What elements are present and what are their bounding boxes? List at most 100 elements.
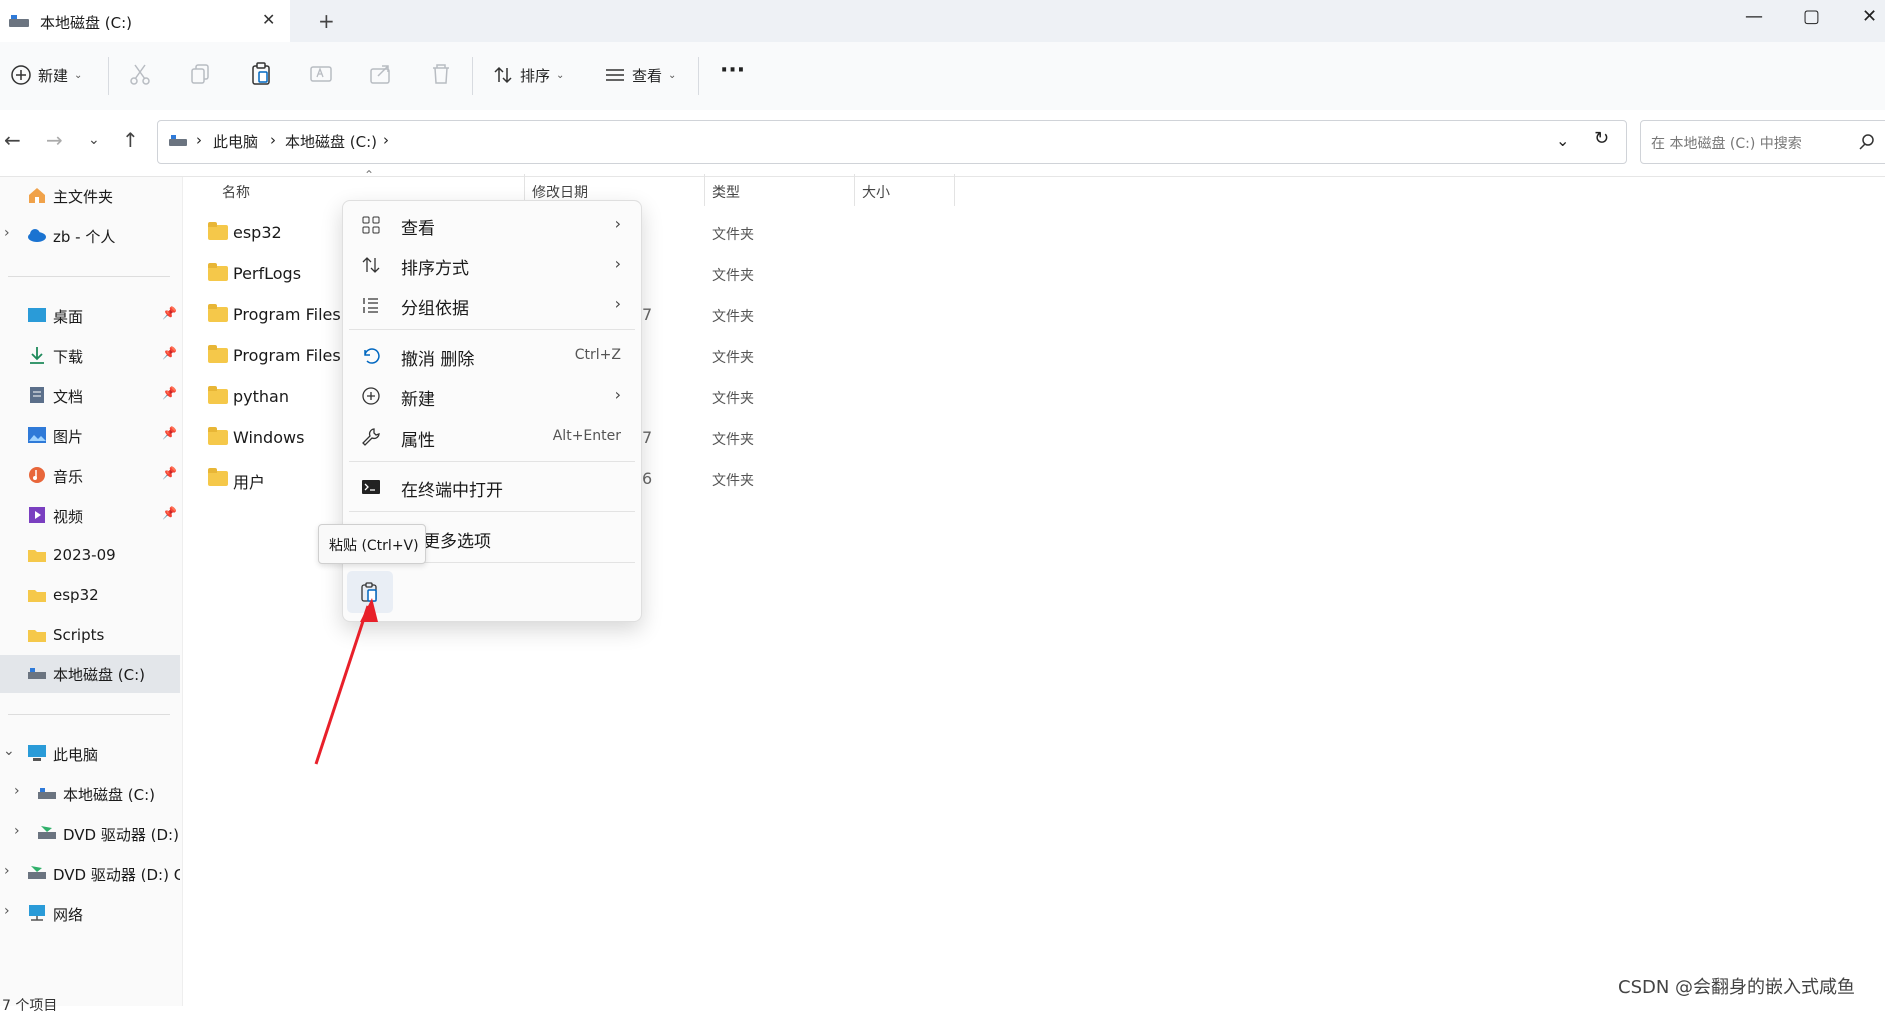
menu-item-view[interactable]: 查看 › [349, 206, 635, 244]
sidebar-item-dvd-drive-2[interactable]: › DVD 驱动器 (D:) CC [0, 855, 180, 893]
column-header-modified[interactable]: 修改日期 [532, 182, 588, 202]
sort-button[interactable]: 排序 ⌄ [492, 64, 564, 86]
sidebar-item-onedrive[interactable]: › zb - 个人 [0, 217, 180, 255]
sidebar-item-folder-scripts[interactable]: Scripts [0, 617, 180, 655]
search-input[interactable]: 在 本地磁盘 (C:) 中搜索 [1651, 133, 1802, 153]
tab-close-icon[interactable]: ✕ [262, 10, 275, 29]
folder-icon [28, 550, 46, 562]
breadcrumb-separator: › [383, 131, 389, 149]
pin-icon[interactable]: 📌 [162, 426, 177, 440]
sidebar-item-pictures[interactable]: 图片 📌 [0, 417, 180, 455]
search-box[interactable]: 在 本地磁盘 (C:) 中搜索 [1640, 120, 1885, 164]
back-arrow-icon[interactable]: ← [4, 128, 21, 152]
sidebar-item-desktop[interactable]: 桌面 📌 [0, 297, 180, 335]
share-icon[interactable] [368, 61, 394, 87]
sidebar-item-folder-2023-09[interactable]: 2023-09 [0, 537, 180, 575]
sidebar-item-videos[interactable]: 视频 📌 [0, 497, 180, 535]
address-history-chevron-icon[interactable]: ⌄ [1556, 131, 1569, 150]
sidebar-item-dvd-drive[interactable]: › DVD 驱动器 (D:) C [0, 815, 180, 853]
menu-item-sort[interactable]: 排序方式 › [349, 246, 635, 284]
pin-icon[interactable]: 📌 [162, 346, 177, 360]
chevron-down-icon: ⌄ [556, 69, 565, 81]
chevron-right-icon[interactable]: › [4, 863, 10, 879]
chevron-right-icon[interactable]: › [14, 823, 20, 839]
chevron-down-icon: ⌄ [668, 69, 677, 81]
home-icon [29, 188, 45, 203]
column-header-size[interactable]: 大小 [862, 182, 890, 202]
breadcrumb-this-pc[interactable]: 此电脑 [213, 131, 258, 152]
menu-item-shortcut: Alt+Enter [552, 428, 621, 444]
sidebar-item-music[interactable]: 音乐 📌 [0, 457, 180, 495]
up-arrow-icon[interactable]: ↑ [122, 128, 139, 152]
pin-icon[interactable]: 📌 [162, 506, 177, 520]
sidebar-item-documents[interactable]: 文档 📌 [0, 377, 180, 415]
paste-icon[interactable] [248, 61, 274, 87]
sidebar-item-pc-local-disk[interactable]: › 本地磁盘 (C:) [0, 775, 180, 813]
sidebar-item-folder-esp32[interactable]: esp32 [0, 577, 180, 615]
view-button[interactable]: 查看 ⌄ [604, 64, 676, 86]
menu-item-new[interactable]: 新建 › [349, 377, 635, 415]
refresh-icon[interactable]: ↻ [1594, 128, 1609, 149]
pin-icon[interactable]: 📌 [162, 466, 177, 480]
menu-item-group[interactable]: 分组依据 › [349, 286, 635, 324]
close-window-button[interactable]: ✕ [1862, 6, 1877, 27]
more-options-button[interactable]: ··· [720, 58, 745, 83]
navigation-pane: 主文件夹 › zb - 个人 桌面 📌 下载 📌 文档 📌 图片 📌 音乐 📌 … [0, 177, 183, 1006]
new-tab-button[interactable]: + [318, 9, 335, 33]
maximize-button[interactable]: ▢ [1803, 6, 1820, 27]
cut-icon[interactable] [127, 61, 153, 87]
sidebar-item-downloads[interactable]: 下载 📌 [0, 337, 180, 375]
new-button[interactable]: 新建 ⌄ [10, 64, 82, 86]
tooltip-text: 粘贴 (Ctrl+V) [329, 538, 419, 554]
copy-icon[interactable] [188, 61, 214, 87]
menu-item-undo-delete[interactable]: 撤消 删除 Ctrl+Z [349, 337, 635, 375]
chevron-down-icon: ⌄ [74, 69, 83, 81]
video-icon [29, 507, 45, 523]
sidebar-item-label: esp32 [53, 586, 99, 604]
column-header-type[interactable]: 类型 [712, 182, 740, 202]
sidebar-item-label: 2023-09 [53, 546, 116, 564]
sidebar-item-label: 视频 [53, 508, 84, 526]
sidebar-item-home[interactable]: 主文件夹 [0, 177, 180, 215]
folder-icon [208, 468, 228, 486]
sidebar-item-label: DVD 驱动器 (D:) C [63, 826, 180, 844]
delete-icon[interactable] [428, 61, 454, 87]
menu-item-label: 撤消 删除 [401, 350, 475, 370]
sidebar-item-label: zb - 个人 [53, 228, 116, 246]
grid-icon [362, 216, 380, 234]
menu-item-label: 在终端中打开 [401, 481, 503, 501]
tab-local-disk[interactable]: 本地磁盘 (C:) ✕ [0, 0, 290, 42]
minimize-button[interactable]: — [1745, 6, 1763, 27]
column-header-name[interactable]: 名称 [222, 182, 250, 202]
chevron-right-icon[interactable]: › [4, 903, 10, 919]
drive-icon [169, 135, 187, 146]
recent-chevron-icon[interactable]: ⌄ [88, 132, 100, 148]
pin-icon[interactable]: 📌 [162, 306, 177, 320]
chevron-right-icon[interactable]: › [4, 225, 10, 241]
chevron-down-icon[interactable]: ⌄ [3, 743, 15, 759]
paste-tooltip: 粘贴 (Ctrl+V) [318, 524, 426, 564]
menu-item-open-terminal[interactable]: 在终端中打开 [349, 468, 635, 506]
file-type: 文件夹 [712, 309, 754, 325]
divider [8, 276, 170, 277]
pin-icon[interactable]: 📌 [162, 386, 177, 400]
sidebar-item-this-pc[interactable]: ⌄ 此电脑 [0, 735, 180, 773]
menu-item-label: 分组依据 [401, 299, 469, 319]
breadcrumb-local-disk[interactable]: 本地磁盘 (C:) [285, 131, 377, 152]
sidebar-item-local-disk-selected[interactable]: 本地磁盘 (C:) [0, 655, 180, 693]
column-divider[interactable] [954, 174, 955, 206]
menu-item-properties[interactable]: 属性 Alt+Enter [349, 418, 635, 456]
sidebar-item-label: 音乐 [53, 468, 84, 486]
breadcrumb-separator: › [270, 131, 276, 149]
forward-arrow-icon[interactable]: → [46, 128, 63, 152]
rename-icon[interactable] [308, 61, 334, 87]
address-bar[interactable]: › 此电脑 › 本地磁盘 (C:) › ⌄ ↻ [157, 120, 1627, 164]
column-divider[interactable] [854, 174, 855, 206]
file-type: 文件夹 [712, 350, 754, 366]
folder-icon [208, 304, 228, 322]
sidebar-item-network[interactable]: › 网络 [0, 895, 180, 933]
folder-icon [28, 590, 46, 602]
chevron-right-icon[interactable]: › [14, 783, 20, 799]
column-divider[interactable] [704, 174, 705, 206]
folder-icon [208, 222, 228, 240]
